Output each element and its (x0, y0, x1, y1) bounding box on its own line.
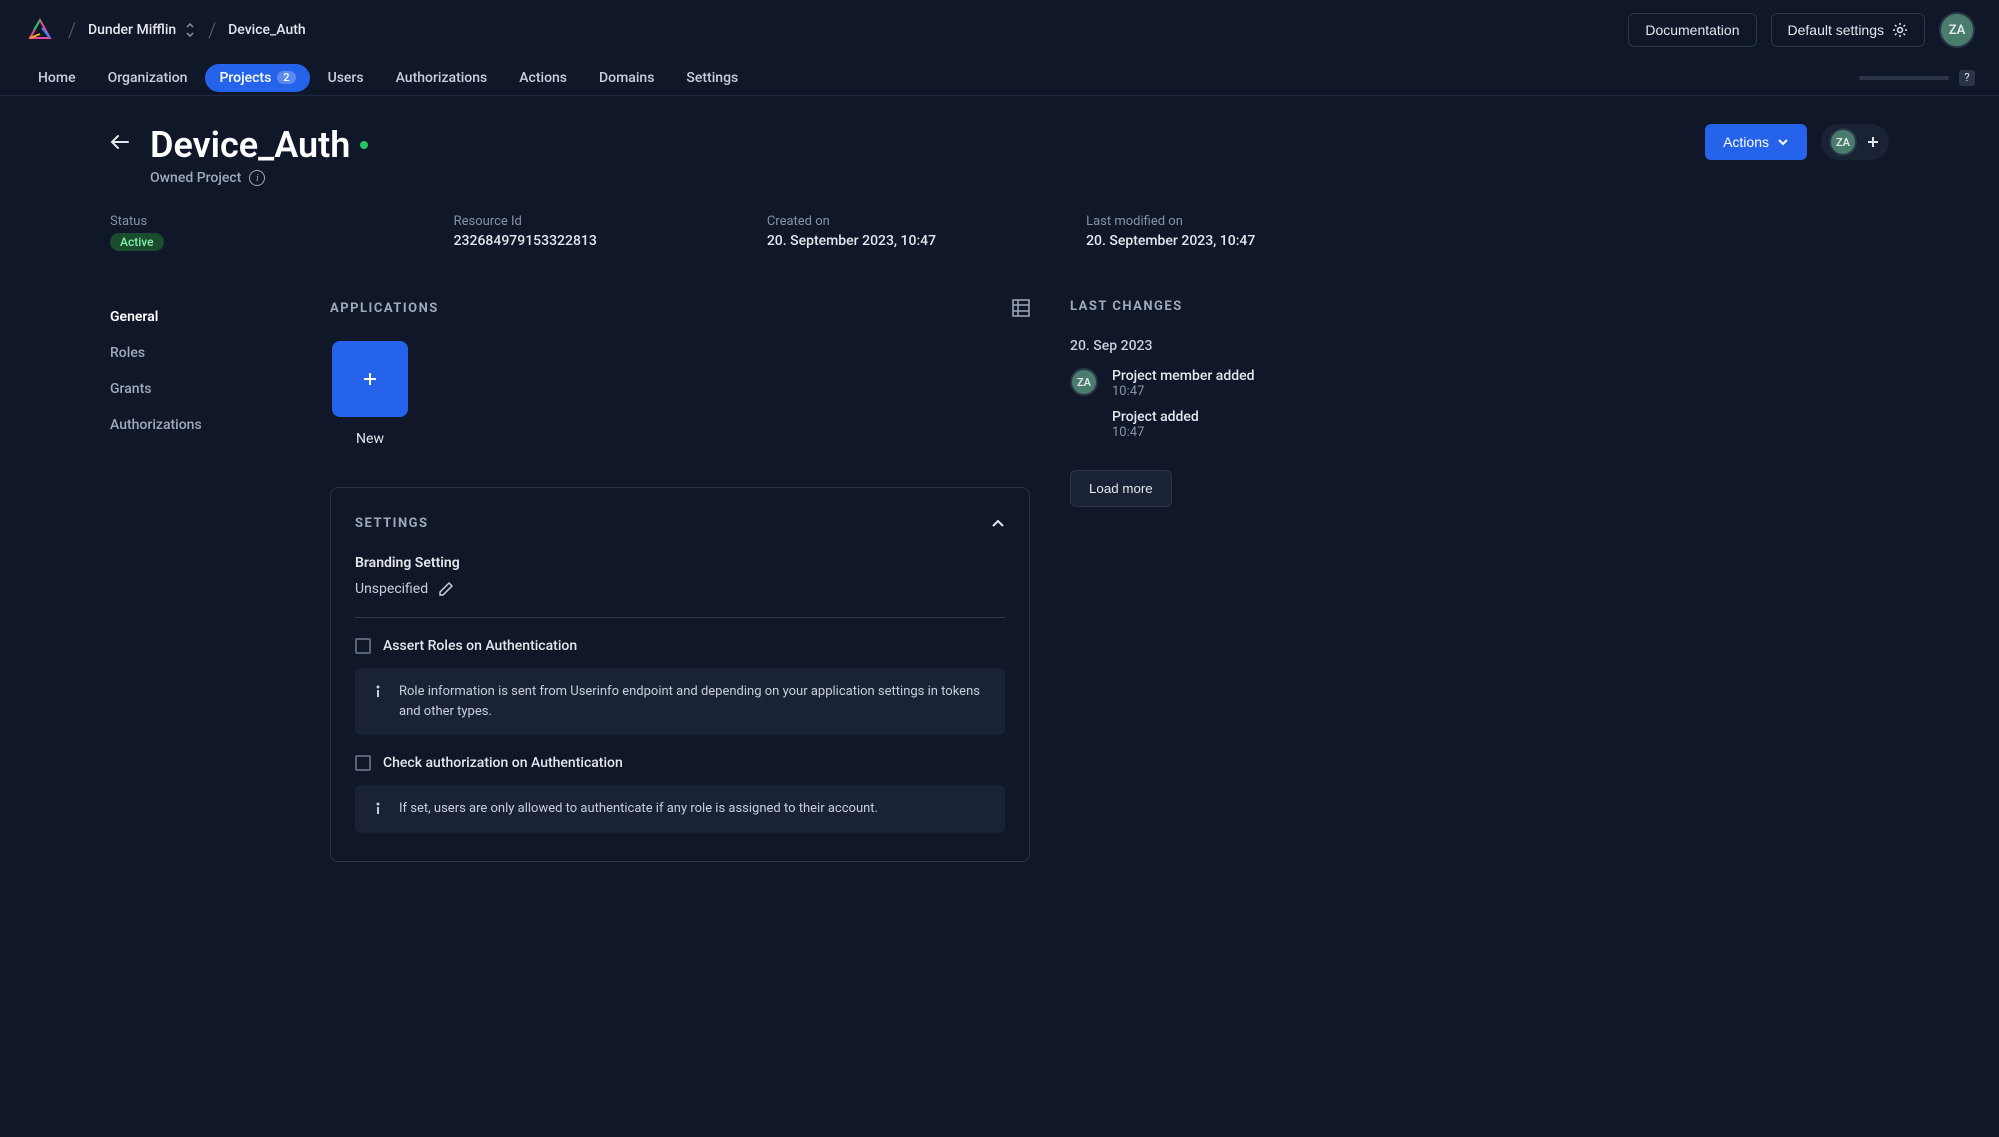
assert-roles-label: Assert Roles on Authentication (383, 638, 577, 654)
sidebar-item-grants[interactable]: Grants (110, 371, 290, 407)
org-selector[interactable]: Dunder Mifflin (88, 22, 196, 38)
gear-icon (1892, 22, 1908, 38)
org-name: Dunder Mifflin (88, 22, 176, 38)
sidebar-item-roles[interactable]: Roles (110, 335, 290, 371)
actions-button[interactable]: Actions (1705, 124, 1807, 160)
new-app-button[interactable] (332, 341, 408, 417)
info-icon (371, 684, 385, 721)
collapse-button[interactable] (991, 519, 1005, 529)
status-dot-icon (360, 141, 368, 149)
members-group: ZA (1821, 124, 1889, 160)
info-icon (371, 801, 385, 819)
grid-view-button[interactable] (1012, 299, 1030, 317)
help-button[interactable]: ? (1959, 70, 1975, 86)
progress-bar (1859, 76, 1949, 80)
modified-value: 20. September 2023, 10:47 (1086, 233, 1255, 249)
edit-branding-button[interactable] (438, 581, 454, 597)
changes-date: 20. Sep 2023 (1070, 338, 1370, 354)
nav-tab-domains[interactable]: Domains (585, 64, 668, 92)
status-label: Status (110, 214, 164, 229)
change-title: Project added (1112, 409, 1255, 425)
back-button[interactable] (110, 134, 130, 150)
created-value: 20. September 2023, 10:47 (767, 233, 936, 249)
plus-icon (360, 369, 380, 389)
documentation-button[interactable]: Documentation (1628, 13, 1756, 47)
branding-label: Branding Setting (355, 555, 1005, 571)
breadcrumb-slash: / (208, 18, 216, 42)
load-more-button[interactable]: Load more (1070, 470, 1172, 507)
page-subtitle: Owned Project (150, 170, 241, 186)
nav-tab-users[interactable]: Users (314, 64, 378, 92)
resource-id-label: Resource Id (454, 214, 597, 229)
resource-id-value: 232684979153322813 (454, 233, 597, 249)
breadcrumb-slash: / (68, 18, 76, 42)
assert-roles-checkbox[interactable] (355, 638, 371, 654)
branding-value: Unspecified (355, 581, 428, 597)
check-auth-label: Check authorization on Authentication (383, 755, 623, 771)
sidebar-item-authorizations[interactable]: Authorizations (110, 407, 290, 443)
change-title: Project member added (1112, 368, 1255, 384)
check-auth-info: If set, users are only allowed to authen… (399, 799, 878, 819)
user-avatar[interactable]: ZA (1939, 12, 1975, 48)
new-app-label: New (356, 431, 384, 447)
documentation-label: Documentation (1645, 22, 1739, 38)
nav-tab-settings[interactable]: Settings (672, 64, 752, 92)
nav-tab-organization[interactable]: Organization (94, 64, 202, 92)
change-time: 10:47 (1112, 384, 1255, 399)
chevron-updown-icon (184, 22, 196, 38)
sidebar-item-general[interactable]: General (110, 299, 290, 335)
projects-count-badge: 2 (277, 71, 295, 84)
nav-tab-home[interactable]: Home (24, 64, 90, 92)
add-member-button[interactable] (1865, 134, 1881, 150)
status-badge: Active (110, 233, 164, 251)
applications-title: APPLICATIONS (330, 301, 439, 316)
divider (355, 617, 1005, 618)
modified-label: Last modified on (1086, 214, 1255, 229)
assert-roles-info: Role information is sent from Userinfo e… (399, 682, 989, 721)
nav-tab-authorizations[interactable]: Authorizations (382, 64, 502, 92)
default-settings-label: Default settings (1788, 22, 1885, 38)
page-title: Device_Auth (150, 124, 350, 166)
default-settings-button[interactable]: Default settings (1771, 13, 1926, 47)
change-time: 10:47 (1112, 425, 1255, 440)
nav-tab-actions[interactable]: Actions (505, 64, 581, 92)
created-label: Created on (767, 214, 936, 229)
actions-label: Actions (1723, 134, 1769, 150)
chevron-down-icon (1777, 138, 1789, 146)
member-avatar[interactable]: ZA (1829, 128, 1857, 156)
nav-tab-projects[interactable]: Projects 2 (205, 64, 309, 92)
project-name[interactable]: Device_Auth (228, 22, 306, 38)
info-icon[interactable]: i (249, 170, 265, 186)
load-more-label: Load more (1089, 481, 1153, 496)
chevron-up-icon (991, 519, 1005, 529)
change-avatar: ZA (1070, 368, 1098, 396)
check-auth-checkbox[interactable] (355, 755, 371, 771)
last-changes-title: LAST CHANGES (1070, 299, 1370, 314)
logo[interactable] (24, 14, 56, 46)
settings-title: SETTINGS (355, 516, 429, 531)
